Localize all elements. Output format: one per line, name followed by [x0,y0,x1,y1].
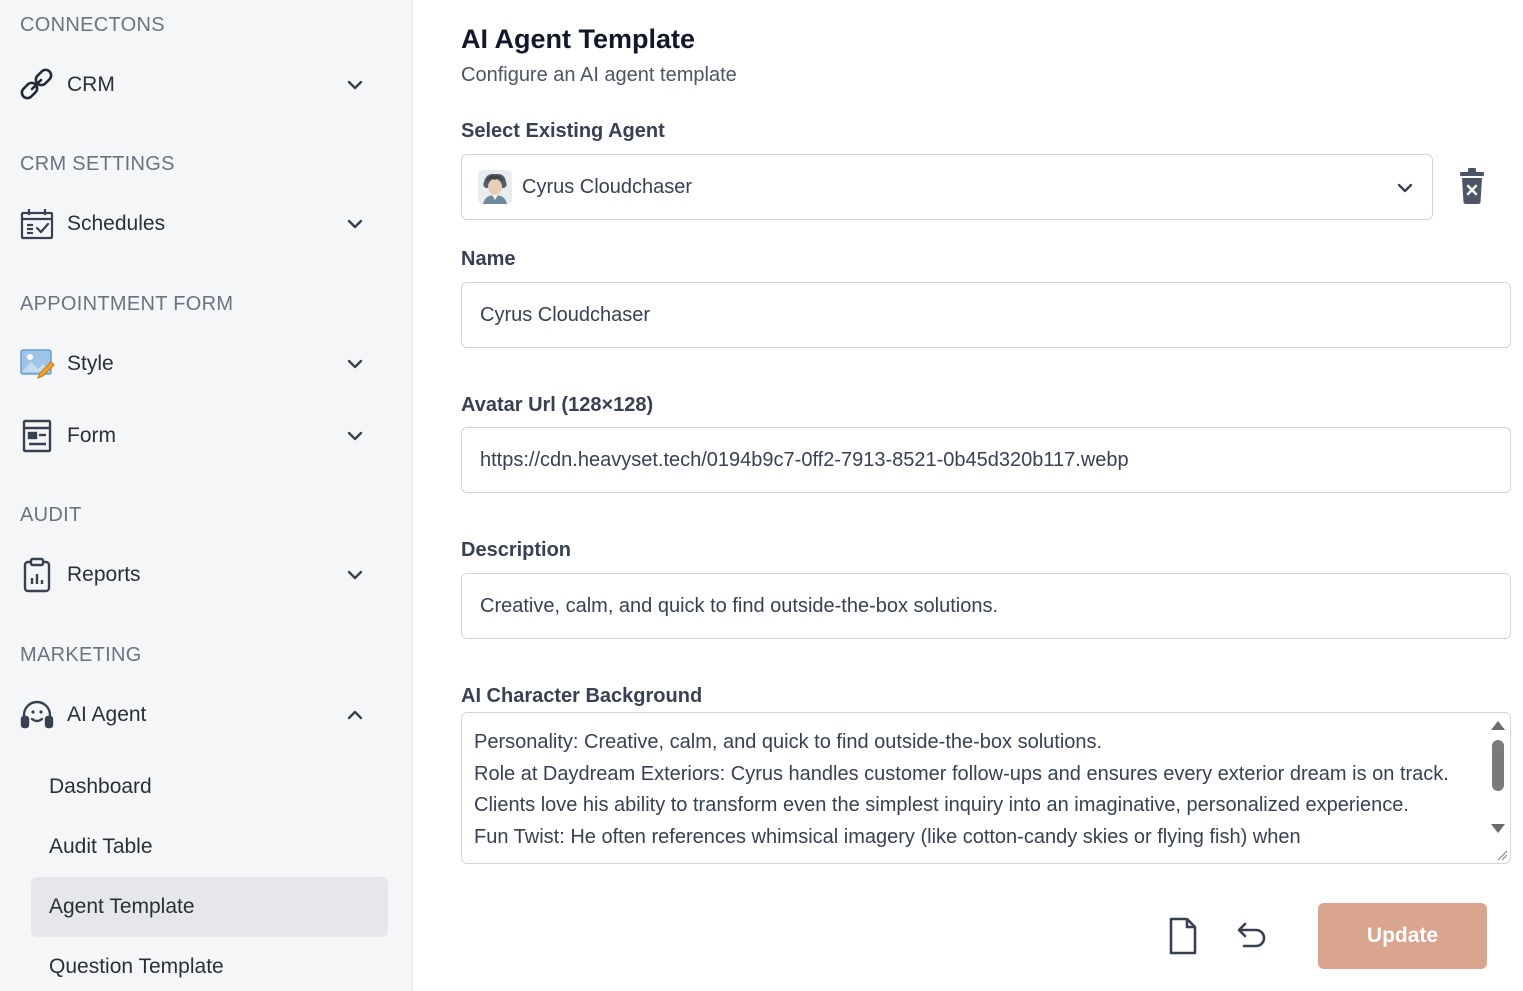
chevron-down-icon [347,80,363,90]
name-field[interactable] [461,282,1511,348]
section-header-connections: CONNECTONS [20,14,165,36]
sidebar-item-schedules[interactable]: Schedules [18,200,378,248]
chevron-down-icon [347,359,363,369]
delete-agent-trash-icon[interactable] [1457,167,1487,205]
clipboard-chart-icon [18,556,56,594]
sidebar-item-ai-agent[interactable]: AI Agent [18,691,378,739]
sidebar-subitem-audit-table[interactable]: Audit Table [31,817,388,877]
textarea-scrollbar[interactable] [1486,713,1510,863]
agent-avatar [478,170,512,204]
section-header-audit: AUDIT [20,504,82,526]
main-content: AI Agent Template Configure an AI agent … [414,0,1523,991]
background-paragraph: Fun Twist: He often references whimsical… [474,825,1301,848]
resize-handle-icon[interactable] [1494,847,1508,861]
link-icon [18,66,56,104]
scroll-down-arrow-icon[interactable] [1491,824,1505,833]
section-header-appointment-form: APPOINTMENT FORM [20,293,234,315]
avatar-url-field[interactable] [461,427,1511,493]
avatar-url-input[interactable] [480,448,1510,472]
sidebar-item-form[interactable]: Form [18,412,378,460]
form-icon [18,417,56,455]
description-label: Description [461,539,572,561]
name-input[interactable] [480,303,1510,327]
sidebar-item-label: Style [67,352,114,375]
sidebar-item-label: Reports [67,563,141,586]
undo-icon[interactable] [1232,918,1268,954]
background-text: Personality: Creative, calm, and quick t… [474,727,1479,853]
background-textarea[interactable]: Personality: Creative, calm, and quick t… [461,712,1511,864]
select-agent-dropdown[interactable]: Cyrus Cloudchaser [461,154,1433,220]
background-label: AI Character Background [461,685,703,707]
sidebar: CONNECTONS CRM CRM SETTINGS Schedules AP… [0,0,413,991]
chevron-down-icon [347,570,363,580]
sidebar-subitem-agent-template[interactable]: Agent Template [31,877,388,937]
sidebar-item-label: AI Agent [67,703,147,726]
image-edit-icon [18,345,56,383]
page-subtitle: Configure an AI agent template [461,64,737,86]
scroll-up-arrow-icon[interactable] [1491,721,1505,730]
chevron-down-icon [1397,183,1413,193]
chevron-down-icon [347,431,363,441]
sidebar-item-label: Form [67,424,116,447]
section-header-crm-settings: CRM SETTINGS [20,153,175,175]
chevron-down-icon [347,219,363,229]
calendar-check-icon [18,205,56,243]
sidebar-item-label: CRM [67,73,115,96]
sidebar-item-label: Schedules [67,212,166,235]
chevron-up-icon [347,710,363,720]
sidebar-item-reports[interactable]: Reports [18,551,378,599]
select-agent-label: Select Existing Agent [461,120,665,142]
update-button[interactable]: Update [1318,903,1487,969]
sidebar-subitem-dashboard[interactable]: Dashboard [31,757,388,817]
scroll-thumb[interactable] [1492,740,1504,791]
sidebar-item-crm[interactable]: CRM [18,61,378,109]
background-paragraph: Personality: Creative, calm, and quick t… [474,731,1103,753]
selected-agent-value: Cyrus Cloudchaser [522,175,693,198]
description-input[interactable] [480,594,1510,618]
avatar-url-label: Avatar Url (128×128) [461,394,654,416]
headset-icon [18,696,56,734]
sidebar-subitem-question-template[interactable]: Question Template [31,937,388,991]
sidebar-item-style[interactable]: Style [18,340,378,388]
description-field[interactable] [461,573,1511,639]
new-document-icon[interactable] [1168,916,1198,956]
background-paragraph: Role at Daydream Exteriors: Cyrus handle… [474,762,1449,817]
name-label: Name [461,248,516,270]
page-title: AI Agent Template [461,24,696,54]
section-header-marketing: MARKETING [20,644,142,666]
